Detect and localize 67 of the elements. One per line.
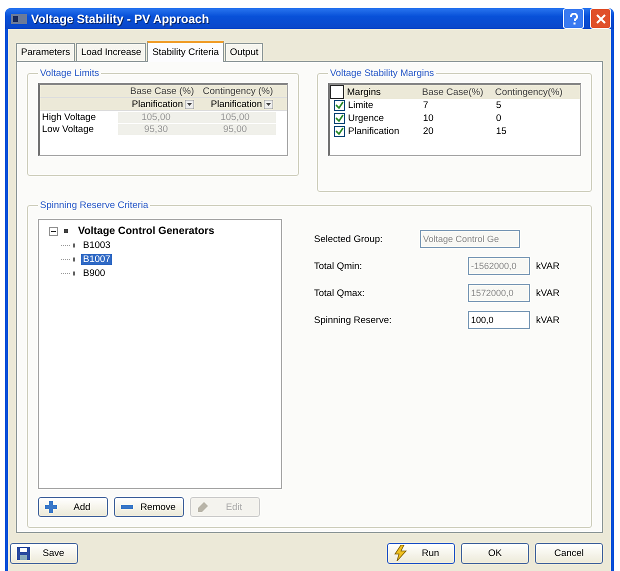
pencil-icon [197,501,209,513]
plus-icon [45,501,57,513]
close-icon [596,14,606,24]
dropdown-arrow-icon [264,100,273,108]
column-header: Base Case (%) [129,86,195,96]
tab[interactable]: Load Increase [76,43,146,61]
column-header: Contingency (%) [202,86,274,96]
close-button[interactable] [590,8,611,29]
dialog-button[interactable]: OK [461,542,529,564]
field-label: Total Qmax: [314,288,366,298]
help-button[interactable] [563,8,584,29]
unit-label: kVAR [536,288,560,298]
table-cell-text: 0 [496,113,502,124]
tree-item[interactable]: B1007 [81,254,112,264]
tree-connector-icon [61,240,77,250]
bullet-icon [64,229,68,233]
group-title: Voltage Limits [39,68,100,79]
tree-item[interactable]: B900 [81,268,108,278]
group-title: Spinning Reserve Criteria [39,200,150,211]
row-header: Low Voltage [41,124,95,134]
dropdown[interactable]: Planification [118,98,197,110]
checkbox[interactable] [334,113,345,124]
collapse-icon[interactable] [49,226,58,236]
table-cell-text: 15 [496,126,508,137]
checkbox[interactable] [334,126,345,137]
table-cell: 95,00 [197,124,276,134]
tree-item[interactable]: B1003 [81,240,112,250]
table-cell-text: 5 [496,100,502,111]
group-title: Voltage Stability Margins [329,68,436,79]
table-cell: 105,00 [197,112,276,122]
column-header: Margins [347,86,382,98]
table-cell-text: 10 [423,113,435,124]
table-cell-text: 7 [423,100,430,111]
table-cell: 105,00 [118,112,197,122]
checkbox[interactable] [334,100,345,111]
dropdown-arrow-icon [185,100,194,108]
input-field[interactable]: 100,0 [468,311,530,329]
save-button[interactable]: Save [10,542,78,564]
tree-connector-icon [61,268,77,278]
dropdown[interactable]: Planification [197,98,276,110]
table-cell-text: Limite [348,100,374,111]
add-button[interactable]: Add [38,497,108,517]
row-header: High Voltage [41,112,97,122]
tree-item[interactable]: Voltage Control Generators [78,225,214,237]
table-cell-text: 20 [423,126,435,137]
help-icon [568,12,578,24]
checkbox[interactable] [330,85,344,99]
run-button[interactable]: Run [387,542,455,564]
column-header: Base Case(%) [422,86,484,98]
field-label: Selected Group: [314,234,384,244]
app-icon [11,14,27,24]
unit-label: kVAR [536,260,560,272]
table-cell: 95,30 [118,124,197,134]
remove-button[interactable]: Remove [114,497,184,517]
table-cell-text: Planification [348,126,400,137]
table-cell-text: Urgence [348,113,385,124]
tab[interactable]: Parameters [16,43,76,61]
tab[interactable]: Stability Criteria [147,41,224,62]
lightning-icon [394,545,407,561]
window-title: Voltage Stability - PV Approach [31,12,210,26]
column-header: Contingency(%) [495,86,564,98]
tree-connector-icon [61,254,77,264]
unit-label: kVAR [536,314,560,326]
tab[interactable]: Output [224,43,264,61]
dialog-button[interactable]: Cancel [535,542,603,564]
field-label: Total Qmin: [314,260,364,272]
field-label: Spinning Reserve: [314,314,393,326]
